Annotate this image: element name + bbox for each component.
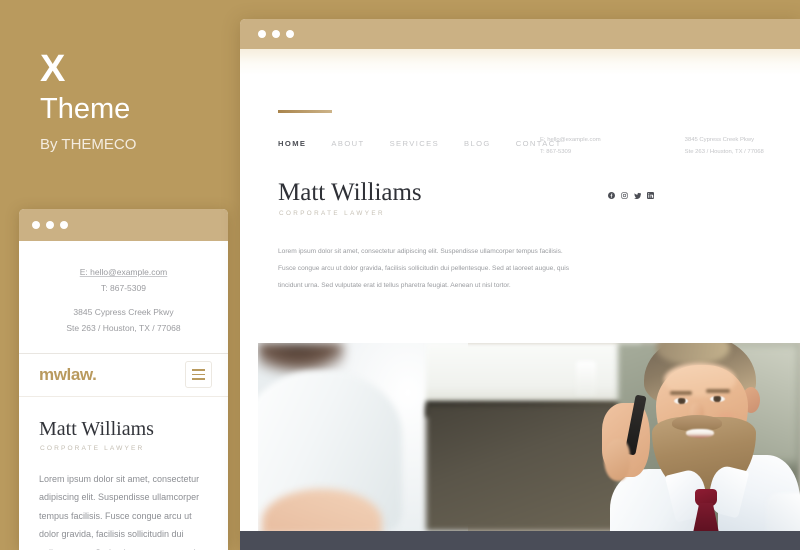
mobile-page-subtitle: CORPORATE LAWYER: [40, 444, 145, 452]
address-line-1: 3845 Cypress Creek Pkwy: [684, 137, 755, 143]
page-subtitle: CORPORATE LAWYER: [279, 210, 385, 217]
email-line[interactable]: E: hello@example.com: [540, 135, 601, 147]
mobile-site-header: mwlaw.: [19, 354, 228, 397]
facebook-icon[interactable]: [608, 192, 615, 199]
window-dot[interactable]: [286, 30, 294, 38]
window-dot[interactable]: [46, 221, 54, 229]
site-header: HOME ABOUT SERVICES BLOG CONTACT E: hell…: [240, 49, 800, 155]
nav-item-blog[interactable]: BLOG: [464, 139, 491, 148]
twitter-icon[interactable]: [634, 192, 641, 199]
mobile-body-paragraph: Lorem ipsum dolor sit amet, consectetur …: [39, 473, 200, 550]
mobile-browser-mockup: E: hello@example.com T: 867-5309 3845 Cy…: [19, 209, 228, 550]
window-dot[interactable]: [32, 221, 40, 229]
mobile-window-dots: [32, 221, 68, 229]
window-dot[interactable]: [258, 30, 266, 38]
linkedin-icon[interactable]: [647, 192, 654, 199]
contact-address-column: 3845 Cypress Creek Pkwy Ste 263 / Housto…: [685, 135, 764, 158]
desktop-browser-mockup: HOME ABOUT SERVICES BLOG CONTACT E: hell…: [240, 19, 800, 550]
nav-item-home[interactable]: HOME: [278, 139, 306, 148]
social-links: [608, 192, 654, 199]
nav-item-services[interactable]: SERVICES: [390, 139, 439, 148]
mobile-email-line[interactable]: E: hello@example.com: [29, 265, 218, 281]
mobile-phone-line[interactable]: T: 867-5309: [29, 281, 218, 297]
instagram-icon[interactable]: [621, 192, 628, 199]
header-contact-info: E: hello@example.com T: 867-5309 3845 Cy…: [540, 135, 764, 158]
promo-byline: By THEMECO: [40, 136, 137, 153]
hamburger-icon[interactable]: [185, 360, 212, 388]
desktop-window-dots: [258, 30, 294, 38]
mobile-contact-bar: E: hello@example.com T: 867-5309 3845 Cy…: [19, 241, 228, 353]
mobile-address-line-2: Ste 263 / Houston, TX / 77068: [66, 323, 181, 334]
site-footer: [240, 531, 800, 550]
mobile-page: E: hello@example.com T: 867-5309 3845 Cy…: [19, 241, 228, 550]
address-line-2: Ste 263 / Houston, TX / 77068: [684, 148, 764, 155]
contact-email-column: E: hello@example.com T: 867-5309: [540, 135, 601, 158]
phone-line[interactable]: T: 867-5309: [540, 147, 601, 159]
hero-paragraph: Lorem ipsum dolor sit amet, consectetur …: [278, 248, 570, 289]
hero-photo: [258, 343, 800, 531]
site-logo[interactable]: mwlaw.: [39, 365, 97, 385]
mobile-titlebar: [19, 209, 228, 241]
window-dot[interactable]: [60, 221, 68, 229]
mobile-address-line-1: 3845 Cypress Creek Pkwy: [73, 307, 174, 318]
desktop-titlebar: [240, 19, 800, 49]
desktop-page: HOME ABOUT SERVICES BLOG CONTACT E: hell…: [240, 49, 800, 550]
x-theme-logo: X: [40, 48, 66, 90]
mobile-page-title: Matt Williams: [39, 417, 154, 440]
nav-item-about[interactable]: ABOUT: [331, 139, 364, 148]
page-title: Matt Williams: [278, 179, 422, 206]
photo-vignette: [258, 343, 800, 531]
promo-title: Theme: [40, 93, 131, 125]
site-logo[interactable]: [278, 110, 332, 113]
window-dot[interactable]: [272, 30, 280, 38]
primary-nav: HOME ABOUT SERVICES BLOG CONTACT: [278, 139, 562, 148]
